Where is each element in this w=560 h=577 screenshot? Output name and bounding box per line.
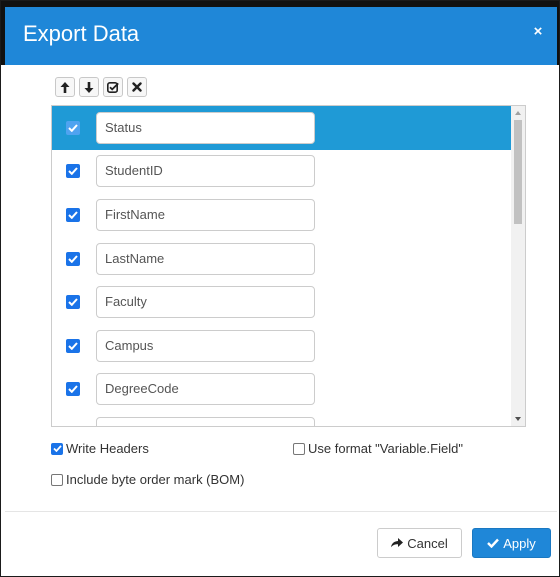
apply-button[interactable]: Apply — [472, 528, 551, 558]
field-name-input[interactable]: Status — [96, 111, 315, 144]
field-list-scrollbar[interactable] — [511, 106, 525, 426]
use-format-label: Use format "Variable.Field" — [308, 441, 463, 456]
field-name-input[interactable]: StudentID — [96, 155, 315, 188]
check-icon — [68, 124, 78, 132]
use-format-checkbox[interactable] — [293, 442, 305, 455]
check-icon — [68, 254, 78, 263]
field-checkbox[interactable] — [66, 295, 80, 310]
check-icon — [68, 342, 78, 350]
field-name-input[interactable] — [96, 416, 315, 426]
field-list-content: Status StudentID FirstName LastName Facu… — [52, 106, 512, 426]
export-data-dialog: Export Data × Status StudentID FirstName… — [0, 0, 560, 577]
triangle-down-icon — [515, 417, 521, 421]
field-list[interactable]: Status StudentID FirstName LastName Facu… — [51, 105, 526, 427]
field-checkbox[interactable] — [66, 207, 80, 222]
field-checkbox[interactable] — [66, 338, 80, 353]
write-headers-checkbox[interactable] — [51, 442, 63, 455]
check-icon — [68, 211, 78, 219]
field-name-input[interactable]: Campus — [96, 329, 315, 362]
include-bom-label: Include byte order mark (BOM) — [66, 472, 245, 487]
scroll-up-arrow[interactable] — [511, 106, 525, 120]
clear-icon — [132, 82, 142, 92]
field-checkbox[interactable] — [66, 425, 80, 426]
field-checkbox[interactable] — [66, 164, 80, 179]
include-bom-option[interactable]: Include byte order mark (BOM) — [51, 472, 244, 487]
arrow-down-icon — [84, 81, 94, 93]
field-row-lastname[interactable]: LastName — [52, 237, 512, 281]
field-row-degreecode[interactable]: DegreeCode — [52, 368, 512, 412]
field-row-faculty[interactable]: Faculty — [52, 280, 512, 324]
arrow-up-icon — [60, 81, 70, 93]
field-row-status[interactable]: Status — [52, 106, 512, 150]
field-name-input[interactable]: LastName — [96, 242, 315, 275]
dialog-title: Export Data — [23, 21, 140, 46]
write-headers-label: Write Headers — [66, 441, 149, 456]
field-checkbox[interactable] — [66, 120, 80, 135]
check-icon — [68, 385, 78, 394]
scroll-down-arrow[interactable] — [511, 412, 525, 426]
cancel-label: Cancel — [407, 535, 448, 551]
move-up-button[interactable] — [55, 77, 75, 97]
share-arrow-icon — [391, 538, 404, 548]
use-format-option[interactable]: Use format "Variable.Field" — [293, 441, 463, 456]
field-row-partial[interactable] — [52, 411, 512, 426]
field-name-input[interactable]: DegreeCode — [96, 373, 315, 406]
check-all-button[interactable] — [103, 77, 123, 97]
field-row-studentid[interactable]: StudentID — [52, 150, 512, 194]
apply-label: Apply — [503, 535, 536, 551]
field-toolbar — [55, 77, 147, 97]
close-icon[interactable]: × — [529, 23, 547, 41]
field-name-input[interactable]: Faculty — [96, 286, 315, 319]
check-all-icon — [107, 81, 119, 93]
clear-button[interactable] — [127, 77, 147, 97]
dialog-header: Export Data × — [1, 1, 559, 65]
check-icon — [487, 538, 500, 548]
scroll-thumb[interactable] — [514, 120, 522, 224]
field-checkbox[interactable] — [66, 251, 80, 266]
field-row-campus[interactable]: Campus — [52, 324, 512, 368]
dialog-body: Status StudentID FirstName LastName Facu… — [5, 65, 557, 511]
check-icon — [52, 445, 62, 452]
check-icon — [68, 167, 78, 176]
triangle-up-icon — [515, 111, 521, 115]
dialog-footer: Cancel Apply — [5, 512, 557, 574]
field-checkbox[interactable] — [66, 382, 80, 397]
field-row-firstname[interactable]: FirstName — [52, 193, 512, 237]
cancel-button[interactable]: Cancel — [377, 528, 462, 558]
include-bom-checkbox[interactable] — [51, 473, 63, 486]
check-icon — [68, 298, 78, 307]
move-down-button[interactable] — [79, 77, 99, 97]
write-headers-option[interactable]: Write Headers — [51, 441, 149, 456]
field-name-input[interactable]: FirstName — [96, 198, 315, 231]
